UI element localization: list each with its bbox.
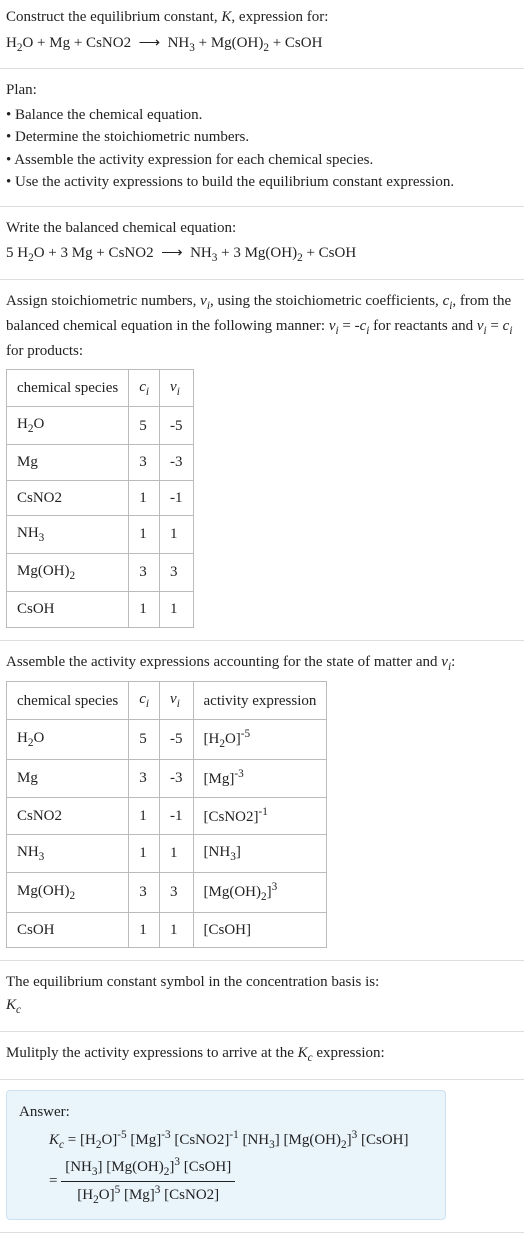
cell-ci: 1	[129, 516, 160, 554]
table-header-row: chemical species ci νi activity expressi…	[7, 682, 327, 720]
table-row: CsOH11	[7, 592, 194, 628]
col-species: chemical species	[7, 369, 129, 407]
cell-species: CsNO2	[7, 480, 129, 516]
cell-vi: -1	[160, 480, 194, 516]
assemble-lead: Assemble the activity expressions accoun…	[6, 651, 518, 676]
fraction-numerator: [NH3] [Mg(OH)2]3 [CsOH]	[61, 1154, 235, 1182]
cell-ci: 5	[129, 407, 160, 445]
cell-ci: 1	[129, 480, 160, 516]
intro-section: Construct the equilibrium constant, K, e…	[0, 0, 524, 69]
table-row: Mg(OH)233	[7, 554, 194, 592]
plan-title: Plan:	[6, 79, 518, 102]
unbalanced-equation: H2O + Mg + CsNO2 ⟶ NH3 + Mg(OH)2 + CsOH	[6, 32, 518, 57]
cell-species: Mg	[7, 760, 129, 798]
plan-section: Plan: Balance the chemical equation. Det…	[0, 69, 524, 207]
table-row: CsNO21-1	[7, 480, 194, 516]
cell-vi: -3	[160, 760, 194, 798]
multiply-lead: Mulitply the activity expressions to arr…	[6, 1042, 518, 1067]
table-row: NH311	[7, 516, 194, 554]
assign-lead: Assign stoichiometric numbers, νi, using…	[6, 290, 518, 362]
balanced-equation: 5 H2O + 3 Mg + CsNO2 ⟶ NH3 + 3 Mg(OH)2 +…	[6, 242, 518, 267]
table-row: Mg3-3[Mg]-3	[7, 760, 327, 798]
cell-ci: 5	[129, 720, 160, 760]
cell-vi: -5	[160, 407, 194, 445]
equals-sign: =	[49, 1173, 57, 1189]
cell-species: CsOH	[7, 912, 129, 948]
assign-section: Assign stoichiometric numbers, νi, using…	[0, 280, 524, 640]
cell-ci: 3	[129, 445, 160, 481]
cell-ci: 1	[129, 912, 160, 948]
table-row: H2O5-5	[7, 407, 194, 445]
cell-ci: 3	[129, 760, 160, 798]
cell-vi: -3	[160, 445, 194, 481]
cell-species: H2O	[7, 720, 129, 760]
stoich-table: chemical species ci νi H2O5-5 Mg3-3 CsNO…	[6, 369, 194, 628]
col-species: chemical species	[7, 682, 129, 720]
answer-section: Answer: Kc = [H2O]-5 [Mg]-3 [CsNO2]-1 [N…	[0, 1080, 524, 1233]
cell-vi: 3	[160, 873, 194, 913]
cell-species: CsOH	[7, 592, 129, 628]
kc-symbol-section: The equilibrium constant symbol in the c…	[0, 961, 524, 1031]
kc-lead: The equilibrium constant symbol in the c…	[6, 971, 518, 994]
cell-ci: 3	[129, 873, 160, 913]
assemble-section: Assemble the activity expressions accoun…	[0, 641, 524, 962]
cell-ci: 3	[129, 554, 160, 592]
plan-item: Assemble the activity expression for eac…	[6, 149, 518, 172]
col-vi: νi	[160, 369, 194, 407]
cell-activity: [CsNO2]-1	[193, 797, 327, 835]
cell-ci: 1	[129, 797, 160, 835]
table-row: Mg3-3	[7, 445, 194, 481]
balanced-lead: Write the balanced chemical equation:	[6, 217, 518, 240]
table-row: CsOH11[CsOH]	[7, 912, 327, 948]
cell-species: NH3	[7, 516, 129, 554]
cell-vi: -5	[160, 720, 194, 760]
cell-vi: 1	[160, 592, 194, 628]
cell-species: Mg	[7, 445, 129, 481]
intro-line1: Construct the equilibrium constant, K, e…	[6, 6, 518, 29]
cell-vi: 1	[160, 912, 194, 948]
plan-list: Balance the chemical equation. Determine…	[6, 104, 518, 194]
col-activity: activity expression	[193, 682, 327, 720]
table-row: CsNO21-1[CsNO2]-1	[7, 797, 327, 835]
fraction-denominator: [H2O]5 [Mg]3 [CsNO2]	[61, 1182, 235, 1209]
cell-vi: 1	[160, 835, 194, 873]
col-ci: ci	[129, 682, 160, 720]
answer-title: Answer:	[19, 1101, 433, 1124]
plan-item: Determine the stoichiometric numbers.	[6, 126, 518, 149]
cell-species: Mg(OH)2	[7, 873, 129, 913]
cell-vi: -1	[160, 797, 194, 835]
activity-table: chemical species ci νi activity expressi…	[6, 681, 327, 948]
answer-box: Answer: Kc = [H2O]-5 [Mg]-3 [CsNO2]-1 [N…	[6, 1090, 446, 1220]
kc-expression-flat: Kc = [H2O]-5 [Mg]-3 [CsNO2]-1 [NH3] [Mg(…	[19, 1127, 433, 1154]
balanced-section: Write the balanced chemical equation: 5 …	[0, 207, 524, 280]
col-vi: νi	[160, 682, 194, 720]
table-row: NH311[NH3]	[7, 835, 327, 873]
cell-activity: [NH3]	[193, 835, 327, 873]
cell-ci: 1	[129, 835, 160, 873]
cell-activity: [H2O]-5	[193, 720, 327, 760]
cell-species: CsNO2	[7, 797, 129, 835]
cell-vi: 1	[160, 516, 194, 554]
kc-symbol: Kc	[6, 994, 518, 1019]
cell-ci: 1	[129, 592, 160, 628]
plan-item: Balance the chemical equation.	[6, 104, 518, 127]
table-row: Mg(OH)233[Mg(OH)2]3	[7, 873, 327, 913]
cell-activity: [CsOH]	[193, 912, 327, 948]
cell-species: NH3	[7, 835, 129, 873]
multiply-section: Mulitply the activity expressions to arr…	[0, 1032, 524, 1080]
table-header-row: chemical species ci νi	[7, 369, 194, 407]
cell-activity: [Mg(OH)2]3	[193, 873, 327, 913]
cell-vi: 3	[160, 554, 194, 592]
cell-species: H2O	[7, 407, 129, 445]
cell-species: Mg(OH)2	[7, 554, 129, 592]
plan-item: Use the activity expressions to build th…	[6, 171, 518, 194]
col-ci: ci	[129, 369, 160, 407]
fraction: [NH3] [Mg(OH)2]3 [CsOH] [H2O]5 [Mg]3 [Cs…	[61, 1154, 235, 1209]
cell-activity: [Mg]-3	[193, 760, 327, 798]
table-row: H2O5-5[H2O]-5	[7, 720, 327, 760]
kc-expression-fraction: = [NH3] [Mg(OH)2]3 [CsOH] [H2O]5 [Mg]3 […	[19, 1154, 433, 1209]
